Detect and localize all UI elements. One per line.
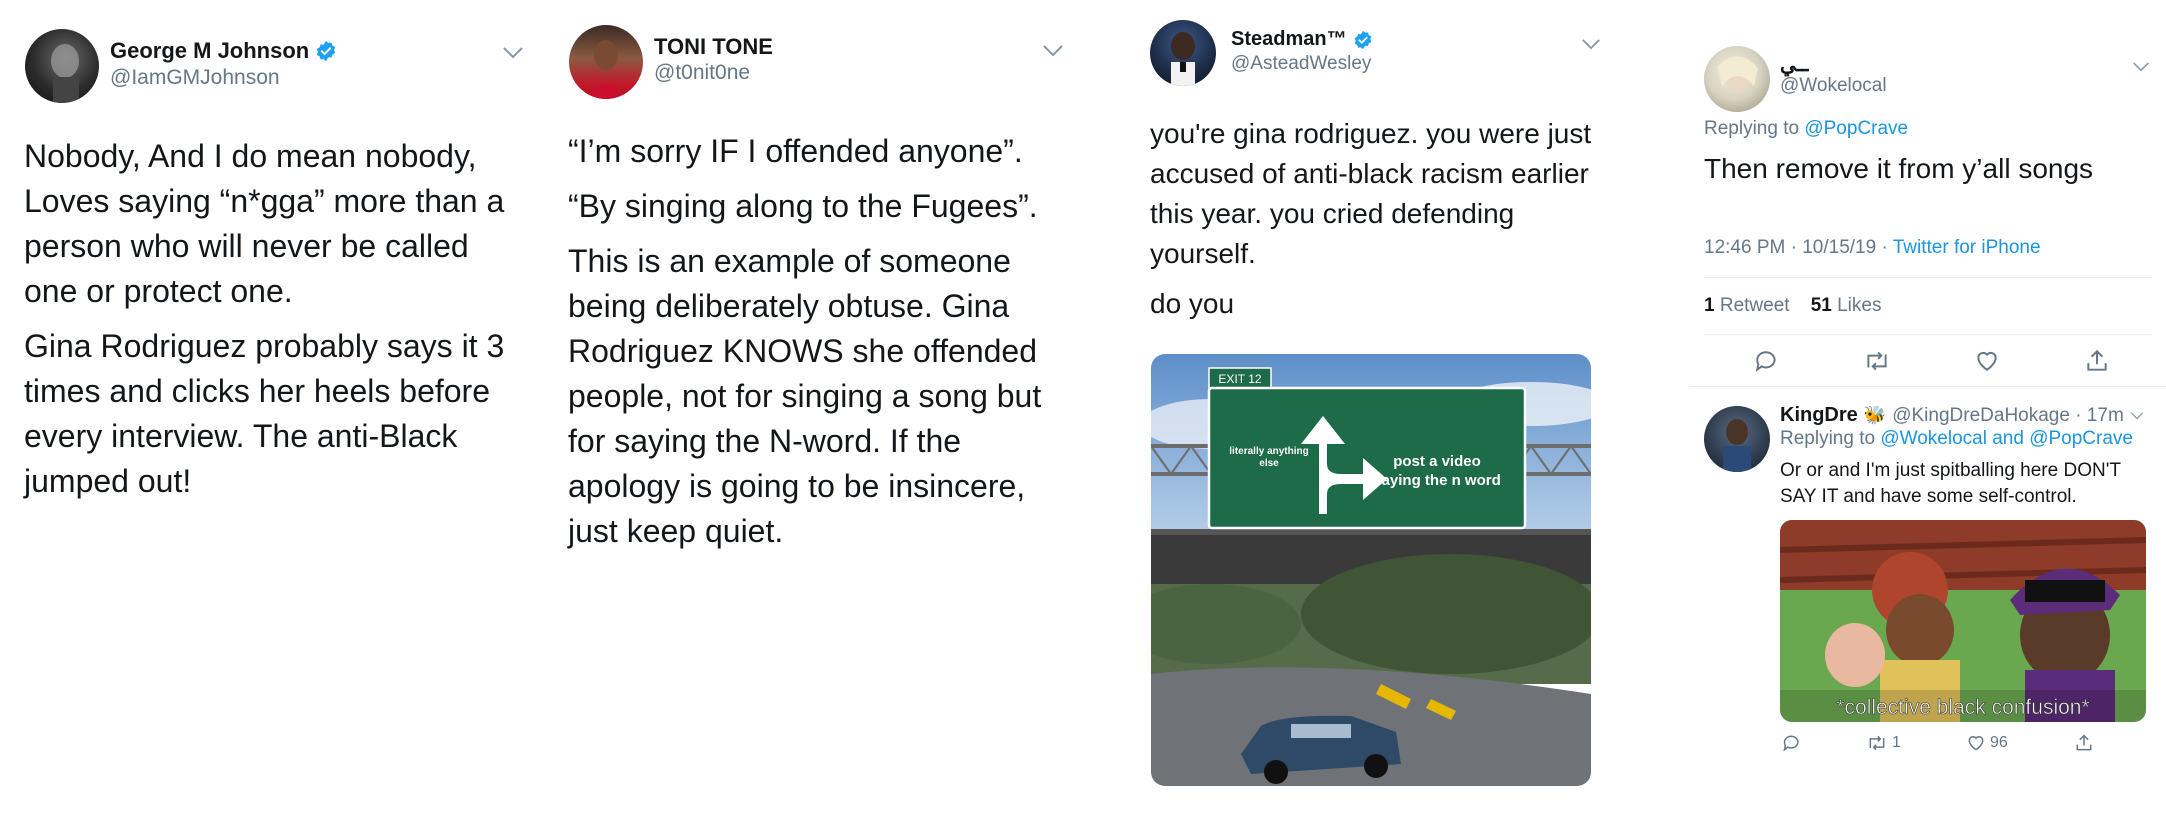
tweet-body: Nobody, And I do mean nobody, Loves sayi… [24, 134, 529, 514]
replying-to-link[interactable]: @PopCrave [1804, 118, 1908, 139]
tweet-steadman: Steadman™ @AsteadWesley you're gina rodr… [1085, 0, 1670, 838]
retweet-count: 1 [1892, 734, 1901, 751]
tweet-paragraph: do you [1150, 288, 1235, 319]
like-button[interactable]: 96 [1966, 733, 2008, 753]
retweet-button[interactable] [1862, 346, 1892, 376]
share-icon [2076, 734, 2092, 751]
tweet-body: you're gina rodriguez. you were just acc… [1150, 114, 1610, 334]
tweet-body: Then remove it from y’all songs [1704, 153, 2094, 184]
client-link[interactable]: Twitter for iPhone [1893, 237, 2041, 258]
chevron-down-icon[interactable] [502, 46, 524, 60]
tweet-paragraph: “I’m sorry IF I offended anyone”. [568, 133, 1023, 169]
share-icon [2087, 349, 2107, 371]
handle[interactable]: @Wokelocal [1780, 75, 1887, 97]
reply-icon [1783, 735, 1799, 752]
verified-badge-icon [1354, 30, 1371, 49]
like-count: 96 [1990, 734, 2008, 751]
cartoon-image: *collective black confusion* [1780, 520, 2146, 722]
chevron-down-icon[interactable] [1581, 38, 1601, 51]
display-name[interactable]: ــي [1780, 52, 1808, 77]
display-name-text: George M Johnson [110, 38, 310, 63]
tweet-paragraph: “By singing along to the Fugees”. [568, 188, 1038, 224]
tweet-george-johnson: George M Johnson @IamGMJohnson Nobody, A… [0, 0, 545, 838]
tweet-body: “I’m sorry IF I offended anyone”. “By si… [568, 129, 1073, 564]
image-caption: *collective black confusion* [1836, 696, 2089, 719]
sign-right-label: saying the n word [1373, 472, 1501, 489]
avatar[interactable] [1150, 20, 1216, 86]
reply-button[interactable] [1782, 733, 1802, 753]
sign-left-label: else [1259, 458, 1279, 469]
avatar-portrait-icon [1171, 32, 1195, 86]
tweet-wokelocal: ــي @Wokelocal Replying to @PopCrave The… [1670, 0, 2166, 838]
avatar[interactable] [25, 29, 99, 103]
avatar-portrait-icon [585, 40, 627, 99]
engagement-stats: 1 Retweet 51 Likes [1704, 295, 1881, 317]
tweet-paragraph: This is an example of someone being deli… [568, 243, 1042, 549]
handle[interactable]: @t0nit0ne [654, 61, 750, 85]
retweet-icon [1867, 351, 1887, 371]
divider [1704, 334, 2152, 335]
reply-header: KingDre 🐝 @KingDreDaHokage · 17m [1780, 404, 2144, 427]
timestamp-text[interactable]: 12:46 PM · 10/15/19 · [1704, 237, 1888, 258]
divider [1704, 277, 2152, 278]
reply-image[interactable]: *collective black confusion* [1780, 520, 2146, 722]
like-label: Likes [1837, 295, 1882, 316]
avatar[interactable] [1704, 406, 1770, 472]
reply-button[interactable] [1752, 346, 1782, 376]
like-count-link[interactable]: 51 Likes [1811, 295, 1882, 316]
retweet-button[interactable]: 1 [1866, 733, 1901, 753]
replying-to-prefix: Replying to [1780, 428, 1876, 449]
exit-sign-meme-image: EXIT 12 literally anything else post a v… [1151, 354, 1591, 786]
display-name-text: ــي [1780, 54, 1809, 76]
handle[interactable]: @KingDreDaHokage · 17m [1892, 405, 2124, 427]
avatar-portrait-icon [1723, 419, 1751, 472]
avatar-portrait-icon [51, 44, 79, 103]
like-button[interactable] [1972, 346, 2002, 376]
replying-to-prefix: Replying to [1704, 118, 1800, 139]
replying-to: Replying to @Wokelocal and @PopCrave [1780, 428, 2133, 450]
display-name-text: TONI TONE [654, 34, 773, 59]
display-name-text: Steadman™ [1231, 28, 1347, 50]
tweet-image[interactable]: EXIT 12 literally anything else post a v… [1151, 354, 1591, 786]
chevron-down-icon[interactable] [1042, 44, 1064, 58]
replying-to: Replying to @PopCrave [1704, 118, 1908, 140]
tweet-paragraph: Nobody, And I do mean nobody, Loves sayi… [24, 138, 505, 309]
divider [1690, 386, 2166, 387]
reply-body: Or or and I'm just spitballing here DON'… [1780, 460, 2121, 507]
retweet-icon [1869, 735, 1885, 751]
verified-badge-icon [317, 40, 336, 62]
share-button[interactable] [2082, 346, 2112, 376]
exit-label: EXIT 12 [1218, 372, 1261, 386]
display-name[interactable]: Steadman™ [1231, 28, 1373, 51]
tweet-toni-tone: TONI TONE @t0nit0ne “I’m sorry IF I offe… [545, 0, 1085, 838]
display-name[interactable]: TONI TONE [654, 34, 773, 60]
chevron-down-icon[interactable] [2130, 411, 2144, 421]
handle[interactable]: @AsteadWesley [1231, 53, 1371, 75]
reply-icon [1755, 351, 1776, 372]
bee-emoji-icon: 🐝 [1863, 405, 1887, 425]
tweet-timestamp: 12:46 PM · 10/15/19 · Twitter for iPhone [1704, 237, 2041, 259]
avatar-portrait-icon [1718, 56, 1758, 92]
heart-icon [1968, 736, 1984, 751]
display-name[interactable]: George M Johnson [110, 38, 337, 64]
like-count: 51 [1810, 295, 1832, 316]
share-button[interactable] [2074, 733, 2094, 753]
sign-right-label: post a video [1393, 453, 1481, 470]
heart-icon [1977, 351, 1997, 371]
chevron-down-icon[interactable] [2132, 61, 2150, 73]
avatar[interactable] [569, 25, 643, 99]
tweet-paragraph: you're gina rodriguez. you were just acc… [1150, 118, 1592, 269]
tweet-paragraph: Gina Rodriguez probably says it 3 times … [24, 328, 505, 499]
replying-to-link[interactable]: @Wokelocal and @PopCrave [1880, 428, 2133, 449]
handle[interactable]: @IamGMJohnson [110, 66, 280, 90]
retweet-count-link[interactable]: 1 Retweet [1704, 295, 1790, 316]
retweet-count: 1 [1704, 295, 1715, 316]
display-name[interactable]: KingDre [1780, 404, 1858, 427]
sign-left-label: literally anything [1229, 446, 1308, 457]
retweet-label: Retweet [1719, 295, 1790, 316]
avatar[interactable] [1704, 46, 1770, 112]
